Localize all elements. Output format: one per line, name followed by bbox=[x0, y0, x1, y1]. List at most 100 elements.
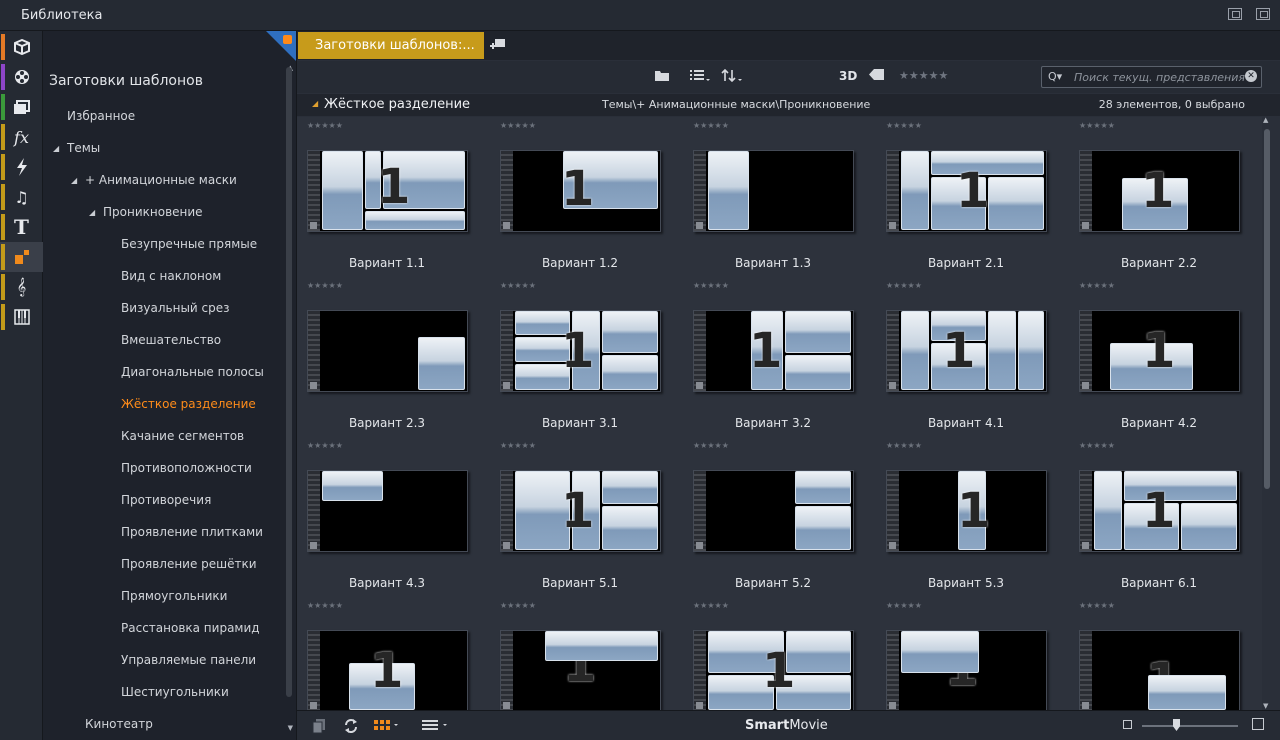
restore-window-icon[interactable] bbox=[1228, 8, 1242, 20]
tree-node-item[interactable]: Качание сегментов bbox=[121, 429, 244, 443]
tree-node-cinema[interactable]: Кинотеатр bbox=[85, 717, 153, 731]
template-thumbnail[interactable]: 1 bbox=[307, 150, 468, 232]
expand-triangle-icon[interactable]: ◢ bbox=[89, 208, 95, 217]
tree-node-item[interactable]: Расстановка пирамид bbox=[121, 621, 260, 635]
template-thumbnail[interactable]: 1 bbox=[1079, 470, 1240, 552]
rating-stars[interactable]: ★★★★★ bbox=[307, 601, 343, 610]
template-thumbnail[interactable]: 1 bbox=[886, 150, 1047, 232]
clear-search-icon[interactable]: ✕ bbox=[1245, 70, 1257, 82]
template-thumbnail[interactable] bbox=[693, 150, 854, 232]
rating-filter[interactable]: ★★★★★ bbox=[899, 69, 948, 82]
template-thumbnail[interactable]: 1 bbox=[500, 150, 661, 232]
grid-scrollbar[interactable]: ▲ ▼ bbox=[1263, 116, 1270, 710]
template-item[interactable]: ★★★★★ Вариант 2.3 bbox=[297, 277, 487, 437]
template-item[interactable]: ★★★★★ 1 Вариант 3.2 bbox=[683, 277, 873, 437]
rail-effects[interactable]: fx bbox=[0, 122, 43, 152]
rating-stars[interactable]: ★★★★★ bbox=[693, 441, 729, 450]
template-item[interactable]: ★★★★★ Вариант 5.2 bbox=[683, 437, 873, 597]
template-item[interactable]: ★★★★★ Вариант 4.3 bbox=[297, 437, 487, 597]
rating-stars[interactable]: ★★★★★ bbox=[693, 601, 729, 610]
list-view-icon[interactable] bbox=[689, 69, 711, 86]
search-field[interactable]: Q▾ Поиск текущ. представления ✕ bbox=[1041, 66, 1262, 88]
rating-stars[interactable]: ★★★★★ bbox=[1079, 121, 1115, 130]
rating-stars[interactable]: ★★★★★ bbox=[500, 121, 536, 130]
tree-node-favorites[interactable]: Избранное bbox=[67, 109, 135, 123]
rating-stars[interactable]: ★★★★★ bbox=[307, 121, 343, 130]
collapse-triangle-icon[interactable]: ◢ bbox=[312, 99, 318, 108]
template-item[interactable]: ★★★★★ Вариант 1.3 bbox=[683, 117, 873, 277]
expand-triangle-icon[interactable]: ◢ bbox=[71, 176, 77, 185]
folder-icon[interactable] bbox=[654, 69, 670, 86]
rail-music[interactable]: ♫ bbox=[0, 182, 43, 212]
template-thumbnail[interactable]: 1 bbox=[307, 630, 468, 710]
tab-templates[interactable]: Заготовки шаблонов:... bbox=[298, 32, 484, 59]
tag-icon[interactable] bbox=[869, 69, 885, 84]
copy-icon[interactable] bbox=[311, 718, 327, 738]
search-input[interactable]: Поиск текущ. представления bbox=[1074, 71, 1245, 84]
template-item[interactable]: ★★★★★ 1 Вариант 1.1 bbox=[297, 117, 487, 277]
tree-node-item[interactable]: Вмешательство bbox=[121, 333, 221, 347]
rail-titles[interactable]: T bbox=[0, 212, 43, 242]
rating-stars[interactable]: ★★★★★ bbox=[1079, 281, 1115, 290]
template-thumbnail[interactable]: 1 bbox=[500, 310, 661, 392]
tree-node-selected[interactable]: Жёсткое разделение bbox=[121, 397, 256, 411]
template-thumbnail[interactable]: 1 bbox=[1079, 150, 1240, 232]
rail-scorefitter[interactable] bbox=[0, 302, 43, 332]
template-item[interactable]: ★★★★★ 1 Вариант 5.1 bbox=[490, 437, 680, 597]
rating-stars[interactable]: ★★★★★ bbox=[307, 441, 343, 450]
template-thumbnail[interactable]: 1 bbox=[886, 630, 1047, 710]
tree-node-item[interactable]: Визуальный срез bbox=[121, 301, 230, 315]
template-item[interactable]: ★★★★★ 1 Вариант 6.1 bbox=[1069, 437, 1259, 597]
3d-filter-button[interactable]: 3D bbox=[839, 69, 857, 83]
template-thumbnail[interactable] bbox=[307, 470, 468, 552]
grid-view-icon[interactable] bbox=[373, 718, 399, 736]
rating-stars[interactable]: ★★★★★ bbox=[500, 441, 536, 450]
rail-video[interactable] bbox=[0, 62, 43, 92]
tree-node-item[interactable]: Прямоугольники bbox=[121, 589, 227, 603]
tree-node-item[interactable]: Проявление решётки bbox=[121, 557, 257, 571]
rail-transitions[interactable] bbox=[0, 152, 43, 182]
tree-node-penetration[interactable]: Проникновение bbox=[103, 205, 203, 219]
template-item[interactable]: ★★★★★ 1 Вариант 1.2 bbox=[490, 117, 680, 277]
rating-stars[interactable]: ★★★★★ bbox=[886, 441, 922, 450]
rating-stars[interactable]: ★★★★★ bbox=[886, 121, 922, 130]
rating-stars[interactable]: ★★★★★ bbox=[693, 121, 729, 130]
template-item[interactable]: ★★★★★ 1 Вариант 3.1 bbox=[490, 277, 680, 437]
tree-node-item[interactable]: Противоречия bbox=[121, 493, 211, 507]
tree-node-item[interactable]: Противоположности bbox=[121, 461, 252, 475]
template-item[interactable]: ★★★★★ 1 bbox=[297, 597, 487, 710]
zoom-out-icon[interactable] bbox=[1123, 720, 1132, 729]
template-item[interactable]: ★★★★★ 1 bbox=[490, 597, 680, 710]
rail-projects[interactable] bbox=[0, 32, 43, 62]
tree-scrollbar[interactable] bbox=[286, 67, 292, 697]
scrollbar-thumb[interactable] bbox=[1264, 129, 1270, 489]
rail-sound-effects[interactable]: 𝄞 bbox=[0, 272, 43, 302]
template-thumbnail[interactable]: 1 bbox=[500, 470, 661, 552]
sort-icon[interactable] bbox=[721, 68, 743, 86]
rating-stars[interactable]: ★★★★★ bbox=[307, 281, 343, 290]
scroll-up-icon[interactable]: ▲ bbox=[1263, 116, 1268, 124]
rating-stars[interactable]: ★★★★★ bbox=[500, 281, 536, 290]
template-thumbnail[interactable]: 1 bbox=[1079, 630, 1240, 710]
zoom-slider-handle[interactable] bbox=[1173, 719, 1180, 731]
tree-node-item[interactable]: Шестиугольники bbox=[121, 685, 229, 699]
tree-node-item[interactable]: Управляемые панели bbox=[121, 653, 256, 667]
template-thumbnail[interactable]: 1 bbox=[886, 470, 1047, 552]
template-item[interactable]: ★★★★★ 1 bbox=[876, 597, 1066, 710]
rating-stars[interactable]: ★★★★★ bbox=[500, 601, 536, 610]
detach-window-icon[interactable] bbox=[1256, 8, 1270, 20]
search-icon[interactable]: Q▾ bbox=[1048, 70, 1062, 83]
tree-node-item[interactable]: Проявление плитками bbox=[121, 525, 263, 539]
template-item[interactable]: ★★★★★ 1 Вариант 2.1 bbox=[876, 117, 1066, 277]
tree-node-item[interactable]: Вид с наклоном bbox=[121, 269, 221, 283]
scroll-down-icon[interactable]: ▼ bbox=[1263, 702, 1268, 710]
sync-icon[interactable] bbox=[343, 718, 359, 738]
rating-stars[interactable]: ★★★★★ bbox=[886, 601, 922, 610]
template-item[interactable]: ★★★★★ 1 bbox=[683, 597, 873, 710]
rating-stars[interactable]: ★★★★★ bbox=[693, 281, 729, 290]
menu-icon[interactable] bbox=[421, 718, 451, 736]
template-item[interactable]: ★★★★★ 1 bbox=[1069, 597, 1259, 710]
rating-stars[interactable]: ★★★★★ bbox=[1079, 601, 1115, 610]
template-item[interactable]: ★★★★★ 1 Вариант 5.3 bbox=[876, 437, 1066, 597]
template-item[interactable]: ★★★★★ 1 Вариант 4.1 bbox=[876, 277, 1066, 437]
